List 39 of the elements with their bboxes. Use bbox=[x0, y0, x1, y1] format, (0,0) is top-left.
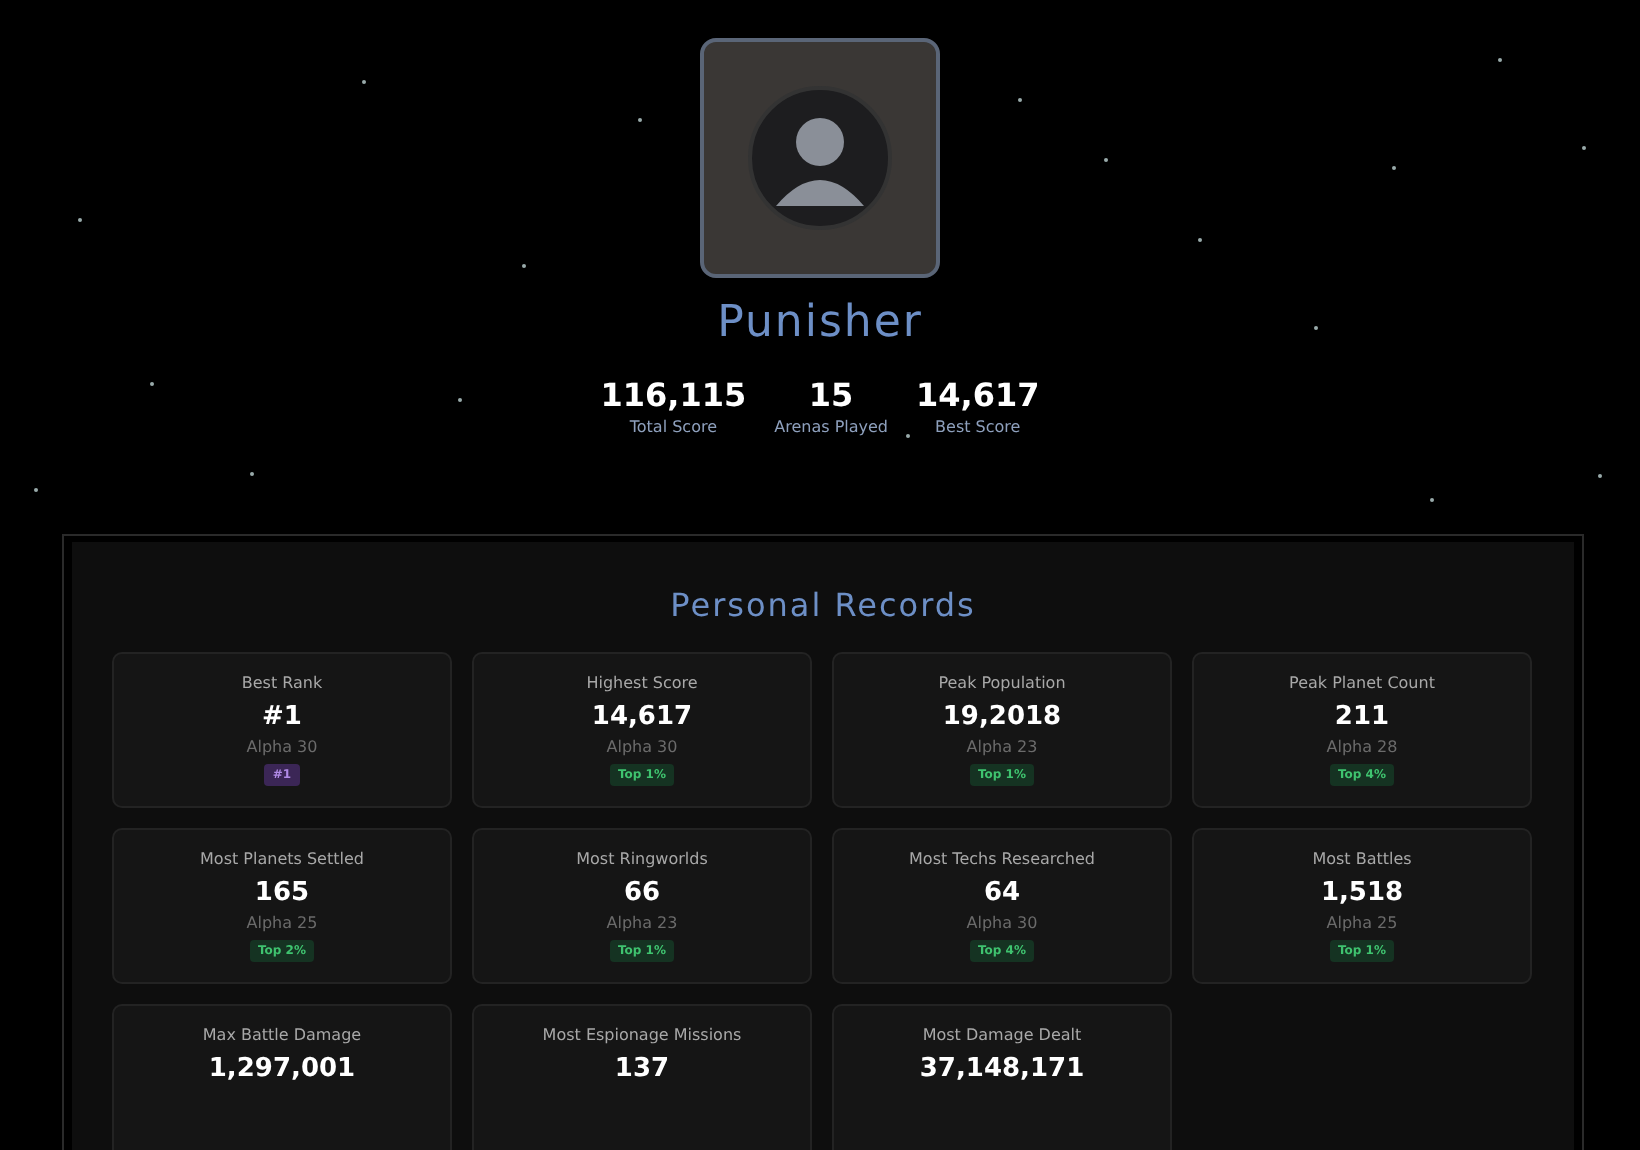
stat-label: Total Score bbox=[629, 418, 717, 436]
record-value: 137 bbox=[614, 1054, 670, 1084]
record-label: Most Battles bbox=[1312, 850, 1412, 868]
arena-label: Alpha 30 bbox=[606, 738, 678, 756]
record-label: Most Espionage Missions bbox=[542, 1026, 742, 1044]
arena-label: Alpha 25 bbox=[246, 914, 318, 932]
record-value: 64 bbox=[983, 878, 1021, 908]
record-value: 211 bbox=[1334, 702, 1390, 732]
record-label: Highest Score bbox=[586, 674, 698, 692]
record-value: 14,617 bbox=[591, 702, 693, 732]
stat-label: Arenas Played bbox=[774, 418, 888, 436]
record-label: Peak Planet Count bbox=[1289, 674, 1435, 692]
arena-label: Alpha 23 bbox=[606, 914, 678, 932]
record-label: Best Rank bbox=[241, 674, 323, 692]
record-label: Most Techs Researched bbox=[909, 850, 1095, 868]
stat-label: Best Score bbox=[935, 418, 1021, 436]
arena-label: Alpha 25 bbox=[1326, 914, 1398, 932]
record-label: Max Battle Damage bbox=[202, 1026, 362, 1044]
stat-value: 15 bbox=[808, 376, 854, 414]
record-label: Most Planets Settled bbox=[200, 850, 364, 868]
arena-label: Alpha 23 bbox=[966, 738, 1038, 756]
record-value: 165 bbox=[254, 878, 310, 908]
record-value: #1 bbox=[262, 702, 302, 732]
record-label: Most Damage Dealt bbox=[922, 1026, 1082, 1044]
stat-value: 14,617 bbox=[916, 376, 1040, 414]
avatar-icon bbox=[748, 86, 892, 230]
record-value: 1,518 bbox=[1320, 878, 1404, 908]
player-name: Punisher bbox=[717, 298, 923, 348]
record-value: 37,148,171 bbox=[919, 1054, 1085, 1084]
record-value: 66 bbox=[623, 878, 661, 908]
arena-label: Alpha 30 bbox=[246, 738, 318, 756]
record-value: 19,2018 bbox=[942, 702, 1062, 732]
record-label: Peak Population bbox=[938, 674, 1066, 692]
record-label: Most Ringworlds bbox=[576, 850, 708, 868]
stat-value: 116,115 bbox=[600, 376, 747, 414]
arena-label: Alpha 30 bbox=[966, 914, 1038, 932]
section-title: Personal Records bbox=[668, 586, 978, 624]
arena-label: Alpha 28 bbox=[1326, 738, 1398, 756]
record-value: 1,297,001 bbox=[208, 1054, 356, 1084]
